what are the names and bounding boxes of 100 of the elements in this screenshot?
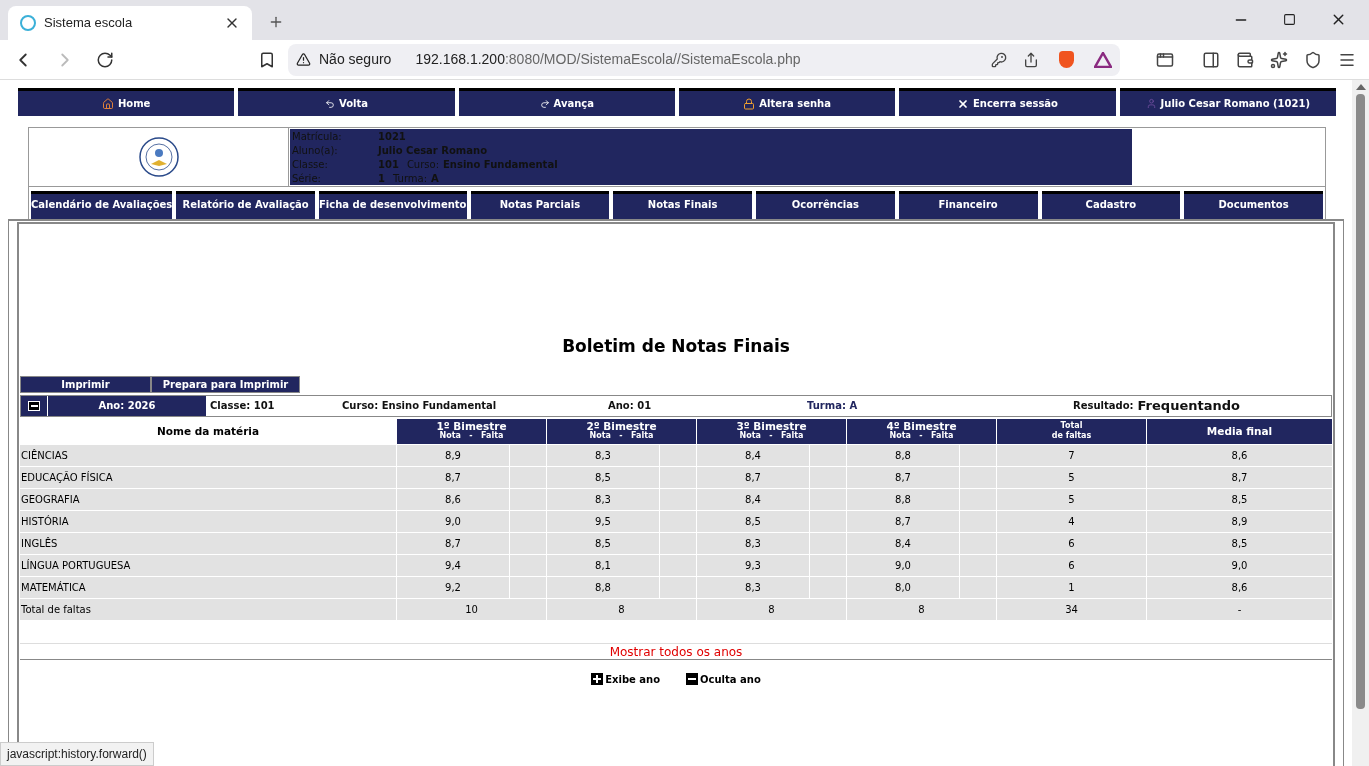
site-logo-icon (20, 15, 36, 31)
grade-cell-text: 9,4 (444, 558, 462, 573)
scrollbar[interactable] (1352, 80, 1369, 766)
grade-cell-text: 8,7 (444, 470, 462, 485)
section-tab[interactable]: Ficha de desenvolvimento (319, 191, 467, 219)
grade-cell-text: 8,4 (744, 492, 762, 507)
browser-tab[interactable]: Sistema escola (8, 6, 252, 40)
share-icon[interactable] (1023, 51, 1039, 68)
section-tab[interactable]: Relatório de Avaliação (176, 191, 315, 219)
maximize-icon[interactable] (1283, 13, 1296, 26)
nav-button[interactable]: Altera senha (679, 88, 896, 116)
page-title: Boletim de Notas Finais (561, 335, 791, 358)
nav-button[interactable]: Julio Cesar Romano (1021) (1119, 88, 1336, 116)
grade-cell-text: 8,5 (594, 470, 612, 485)
nav-button[interactable]: Home (18, 88, 235, 116)
sidebar-icon[interactable] (1202, 50, 1220, 69)
grade-cell-text: 8,7 (744, 470, 762, 485)
collapse-icon[interactable] (28, 400, 40, 411)
new-tab-icon[interactable] (268, 14, 284, 30)
collapse-icon (686, 673, 699, 685)
year-label: Ano: 2026 (48, 395, 206, 416)
undo-arrow-icon (324, 98, 335, 109)
show-all-years-link[interactable]: Mostrar todos os anos (609, 643, 743, 659)
total-cell: 34 (996, 598, 1146, 620)
grade-cell-text: 8,7 (444, 536, 462, 551)
expand-icon (591, 673, 604, 685)
section-tab[interactable]: Ocorrências (756, 191, 895, 219)
total-cell: 8 (846, 598, 996, 620)
column-header: 3º Bimestre Nota - Falta (696, 418, 846, 444)
info-label: Aluno(a): (292, 144, 339, 158)
grade-cell-text: 8,5 (744, 514, 762, 529)
info-label: Matrícula: (292, 130, 343, 144)
info-value: 101 (378, 158, 399, 172)
bookmark-icon[interactable] (258, 50, 276, 69)
info-value: 1 (378, 172, 385, 186)
column-header: Total de faltas (996, 418, 1146, 444)
key-icon[interactable] (991, 51, 1007, 68)
absences-cell: 1 (996, 576, 1146, 598)
total-cell: 8 (696, 598, 846, 620)
grade-cell-text: 8,3 (594, 448, 612, 463)
subject-cell-text: GEOGRAFIA (20, 492, 81, 507)
info-value: Ensino Fundamental (443, 158, 558, 172)
column-header: 2º Bimestre Nota - Falta (546, 418, 696, 444)
grade-cell-text: 8,8 (894, 448, 912, 463)
nav-button[interactable]: Avança (458, 88, 675, 116)
section-tab[interactable]: Notas Parciais (470, 191, 610, 219)
sparkle-icon[interactable] (1270, 50, 1288, 69)
final-average-cell: 8,6 (1146, 444, 1332, 466)
print-button[interactable]: Prepara para Imprimir (151, 375, 300, 393)
info-value: A (431, 172, 439, 186)
column-header: Media final (1146, 418, 1332, 444)
subject-cell-text: INGLÊS (20, 536, 59, 551)
section-tab[interactable]: Cadastro (1041, 191, 1181, 219)
grade-cell-text: 9,0 (894, 558, 912, 573)
grade-cell-text: 8,4 (894, 536, 912, 551)
grade-cell-text: 9,3 (744, 558, 762, 573)
section-tab[interactable]: Calendário de Avaliações (31, 191, 173, 219)
subject-cell-text: EDUCAÇÃO FÍSICA (20, 470, 114, 485)
final-average-cell: 9,0 (1146, 554, 1332, 576)
nav-button[interactable]: Volta (238, 88, 455, 116)
window-search-icon[interactable] (1156, 50, 1174, 69)
grade-cell-text: 8,0 (894, 580, 912, 595)
year-toggle-button[interactable]: Oculta ano (686, 671, 761, 687)
security-label: Não seguro (319, 50, 392, 69)
subject-cell-text: CIÊNCIAS (20, 448, 69, 463)
wallet-icon[interactable] (1236, 50, 1254, 69)
url-text: 192.168.1.200:8080/MOD/SistemaEscola//SistemaEscola.php (415, 50, 802, 69)
section-tab[interactable]: Notas Finais (613, 191, 752, 219)
address-field[interactable]: Não seguro 192.168.1.200:8080/MOD/SistemaEscola//SistemaEscola.php (288, 43, 1120, 76)
info-label: Série: (292, 172, 322, 186)
close-icon (956, 97, 969, 110)
print-button[interactable]: Imprimir (20, 375, 151, 393)
house-icon (101, 97, 114, 110)
total-cell: 8 (546, 598, 696, 620)
final-average-cell: 8,5 (1146, 532, 1332, 554)
grade-cell-text: 9,5 (594, 514, 612, 529)
group-label: Turma: A (807, 399, 859, 413)
tab-title: Sistema escola (44, 14, 134, 33)
result-label: Resultado: (1073, 399, 1134, 413)
grade-cell-text: 8,5 (594, 536, 612, 551)
grade-cell-text: 8,6 (444, 492, 462, 507)
nav-button[interactable]: Encerra sessão (899, 88, 1116, 116)
shield-icon[interactable] (1304, 50, 1322, 69)
user-icon (1145, 98, 1157, 109)
section-tab[interactable]: Documentos (1184, 191, 1323, 219)
reload-icon[interactable] (96, 50, 114, 69)
warning-icon (296, 52, 311, 67)
final-average-cell: 8,7 (1146, 466, 1332, 488)
triangle-icon[interactable] (1094, 51, 1112, 68)
column-header: 4º Bimestre Nota - Falta (846, 418, 996, 444)
section-tab[interactable]: Financeiro (898, 191, 1038, 219)
grade-cell-text: 8,3 (744, 580, 762, 595)
subject-cell-text: LÍNGUA PORTUGUESA (20, 558, 132, 573)
total-label-cell-text: Total de faltas (20, 602, 92, 617)
subject-cell-text: HISTÓRIA (20, 514, 70, 529)
status-text: javascript:history.forward() (0, 742, 154, 766)
info-value: Julio Cesar Romano (378, 144, 487, 158)
grade-cell-text: 8,9 (444, 448, 462, 463)
year-toggle-button[interactable]: Exibe ano (591, 671, 661, 687)
grade-cell-text: 8,3 (594, 492, 612, 507)
